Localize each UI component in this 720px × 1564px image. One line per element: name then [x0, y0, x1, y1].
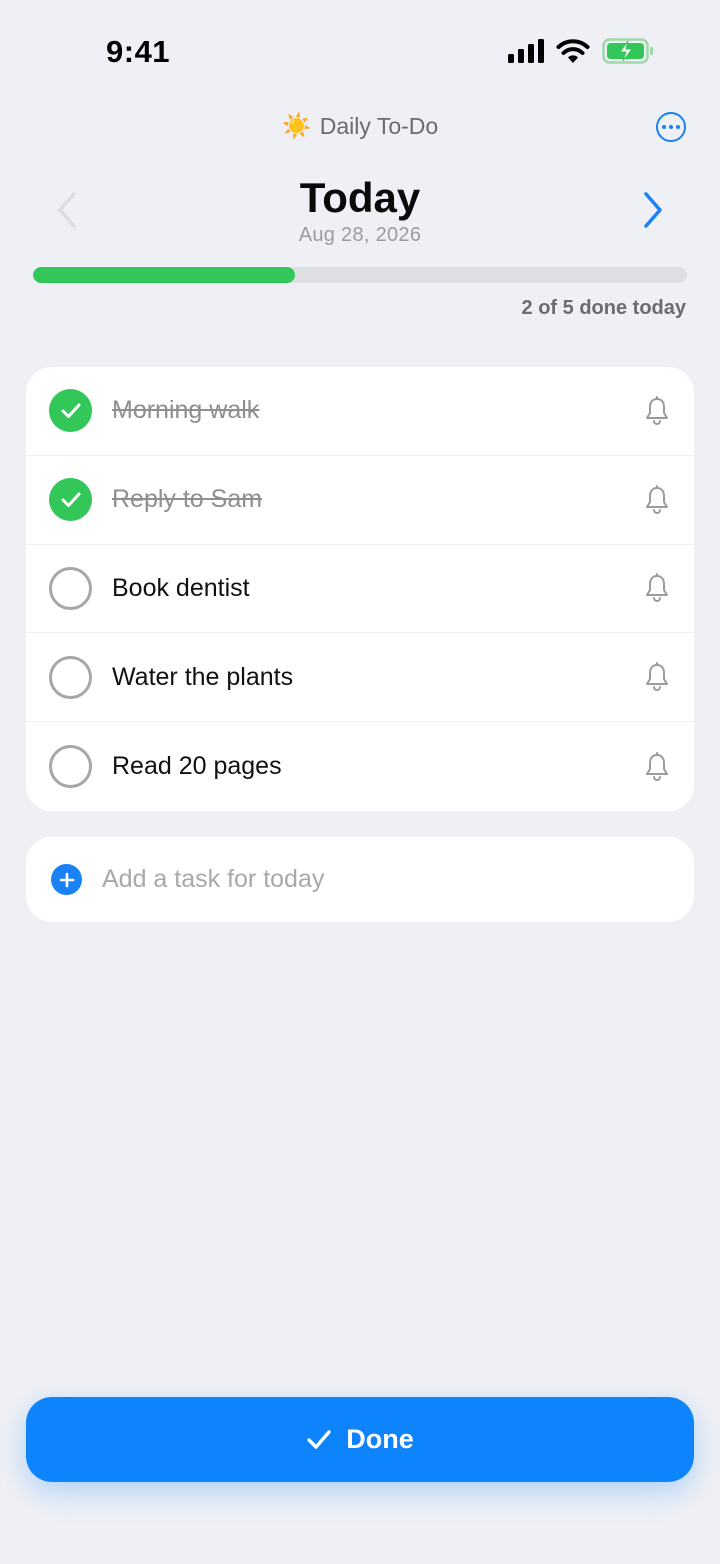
checkmark-icon: [61, 403, 80, 418]
reminder-bell-icon[interactable]: [644, 573, 670, 603]
ellipsis-dot-icon: [669, 125, 673, 129]
app-title-text: Daily To-Do: [319, 113, 439, 139]
wifi-icon: [556, 39, 590, 63]
progress-label: 2 of 5 done today: [521, 297, 686, 319]
task-label: Morning walk: [112, 396, 260, 425]
status-bar: 9:41: [0, 0, 720, 100]
task-row[interactable]: Reply to Sam: [26, 456, 694, 545]
done-button-label: Done: [346, 1424, 414, 1454]
task-row[interactable]: Water the plants: [26, 633, 694, 723]
status-icons: [508, 38, 654, 64]
task-list: Morning walk Reply to Sam Book dentist Wate…: [26, 367, 694, 811]
day-date: Aug 28, 2026: [298, 224, 422, 246]
add-task-row[interactable]: [26, 837, 694, 922]
add-plus-icon[interactable]: [51, 864, 82, 895]
ellipsis-dot-icon: [662, 125, 666, 129]
done-button[interactable]: Done: [26, 1397, 694, 1482]
more-options-button[interactable]: [656, 112, 686, 142]
cellular-signal-icon: [508, 39, 544, 63]
status-time: 9:41: [106, 34, 171, 69]
checkmark-icon: [61, 492, 80, 507]
add-task-input[interactable]: [102, 865, 662, 894]
task-row[interactable]: Book dentist: [26, 545, 694, 634]
day-title: Today: [299, 174, 421, 221]
app-title: ☀️ Daily To-Do: [0, 112, 720, 141]
reminder-bell-icon[interactable]: [644, 484, 670, 515]
battery-charging-icon: [602, 38, 653, 64]
task-label: Book dentist: [112, 573, 250, 602]
task-row[interactable]: Read 20 pages: [26, 722, 694, 811]
ellipsis-dot-icon: [676, 125, 680, 129]
reminder-bell-icon[interactable]: [644, 751, 670, 782]
checked-circle-icon[interactable]: [49, 478, 92, 522]
task-label: Read 20 pages: [112, 752, 282, 781]
reminder-bell-icon[interactable]: [644, 662, 670, 692]
task-label: Reply to Sam: [112, 485, 263, 514]
unchecked-circle-icon[interactable]: [49, 566, 92, 610]
plus-icon: [59, 872, 74, 887]
checkmark-icon: [307, 1429, 331, 1449]
reminder-bell-icon[interactable]: [644, 395, 670, 426]
progress-bar: [33, 267, 687, 283]
checked-circle-icon[interactable]: [49, 389, 92, 433]
unchecked-circle-icon[interactable]: [49, 745, 92, 789]
task-label: Water the plants: [112, 662, 294, 691]
sun-icon: ☀️: [281, 113, 312, 140]
task-row[interactable]: Morning walk: [26, 367, 694, 456]
unchecked-circle-icon[interactable]: [49, 655, 92, 699]
progress-fill: [33, 267, 295, 283]
